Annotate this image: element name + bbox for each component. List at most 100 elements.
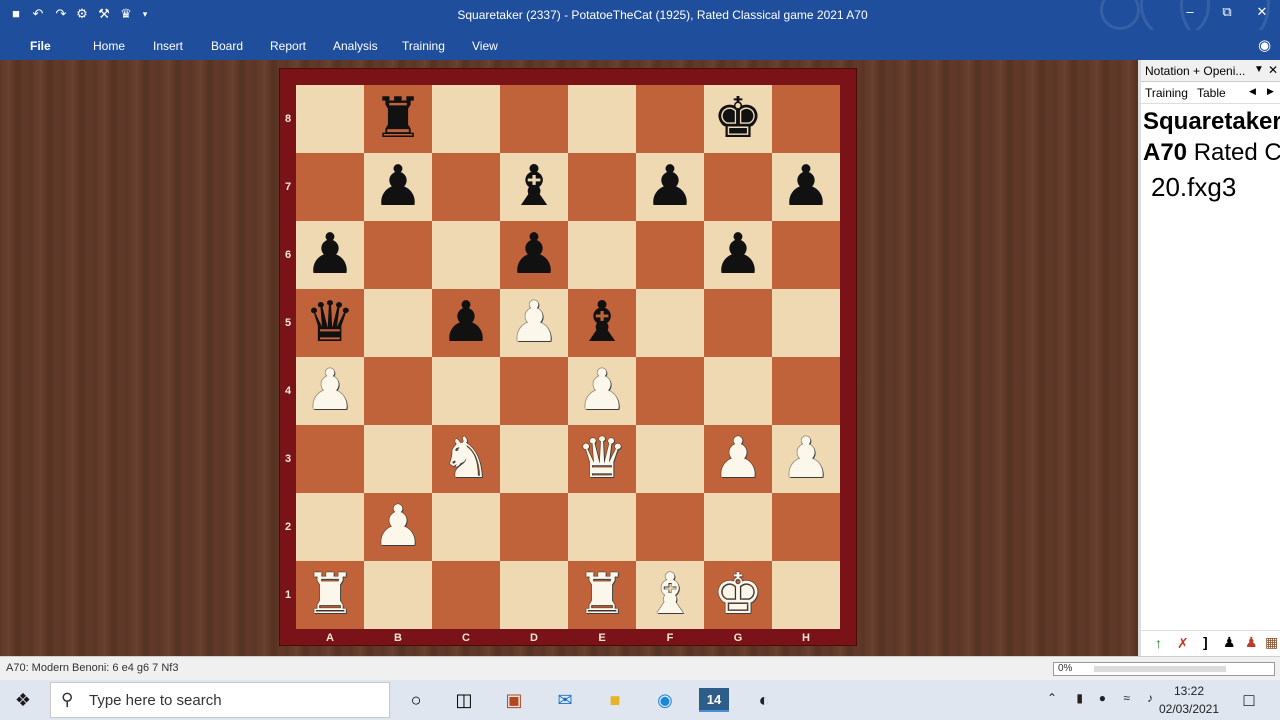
square-d8[interactable] xyxy=(500,85,568,153)
square-c8[interactable] xyxy=(432,85,500,153)
square-f5[interactable] xyxy=(636,289,704,357)
volume-icon[interactable]: ♪ xyxy=(1147,691,1153,705)
white-r-piece[interactable]: ♜ xyxy=(305,567,355,623)
square-a7[interactable] xyxy=(296,153,364,221)
square-f2[interactable] xyxy=(636,493,704,561)
black-q-piece[interactable]: ♛ xyxy=(305,295,355,351)
white-p-piece[interactable]: ♟ xyxy=(781,431,831,487)
white-k-piece[interactable]: ♚ xyxy=(713,567,763,623)
menu-view[interactable]: View xyxy=(472,39,498,53)
square-e7[interactable] xyxy=(568,153,636,221)
square-f6[interactable] xyxy=(636,221,704,289)
square-d7[interactable]: ♝ xyxy=(500,153,568,221)
square-a4[interactable]: ♟ xyxy=(296,357,364,425)
notifications-icon[interactable]: □ xyxy=(1234,688,1264,712)
windows-start-icon[interactable]: ❖ xyxy=(8,688,38,712)
white-r-piece[interactable]: ♜ xyxy=(577,567,627,623)
square-f3[interactable] xyxy=(636,425,704,493)
square-d1[interactable] xyxy=(500,561,568,629)
square-a2[interactable] xyxy=(296,493,364,561)
black-p-piece[interactable]: ♟ xyxy=(441,295,491,351)
square-c1[interactable] xyxy=(432,561,500,629)
square-b7[interactable]: ♟ xyxy=(364,153,432,221)
current-move[interactable]: 20.fxg3 xyxy=(1151,172,1236,203)
square-g7[interactable] xyxy=(704,153,772,221)
square-b4[interactable] xyxy=(364,357,432,425)
promote-variation-icon[interactable]: ↑ xyxy=(1155,635,1162,651)
square-c3[interactable]: ♞ xyxy=(432,425,500,493)
white-b-piece[interactable]: ♝ xyxy=(645,567,695,623)
restore-button[interactable]: ⧉ xyxy=(1212,4,1242,20)
file-explorer-icon[interactable]: ■ xyxy=(600,688,630,712)
square-h7[interactable]: ♟ xyxy=(772,153,840,221)
clock-time[interactable]: 13:22 xyxy=(1158,684,1220,698)
menu-home[interactable]: Home xyxy=(93,39,125,53)
square-g5[interactable] xyxy=(704,289,772,357)
battery-icon[interactable]: ▮ xyxy=(1076,691,1083,705)
delete-variation-icon[interactable]: ✗ xyxy=(1177,635,1189,652)
black-b-piece[interactable]: ♝ xyxy=(577,295,627,351)
square-e8[interactable] xyxy=(568,85,636,153)
square-c5[interactable]: ♟ xyxy=(432,289,500,357)
pane-close-icon[interactable]: ✕ xyxy=(1268,63,1278,77)
black-b-piece[interactable]: ♝ xyxy=(509,159,559,215)
square-c4[interactable] xyxy=(432,357,500,425)
square-d5[interactable]: ♟ xyxy=(500,289,568,357)
menu-report[interactable]: Report xyxy=(270,39,306,53)
square-d2[interactable] xyxy=(500,493,568,561)
square-b5[interactable] xyxy=(364,289,432,357)
store-icon[interactable]: ▣ xyxy=(499,688,529,712)
square-h2[interactable] xyxy=(772,493,840,561)
square-c2[interactable] xyxy=(432,493,500,561)
square-f1[interactable]: ♝ xyxy=(636,561,704,629)
black-p-piece[interactable]: ♟ xyxy=(509,227,559,283)
white-p-piece[interactable]: ♟ xyxy=(509,295,559,351)
tab-scroll-right-icon[interactable]: ▶ xyxy=(1267,86,1274,97)
square-e2[interactable] xyxy=(568,493,636,561)
square-d3[interactable] xyxy=(500,425,568,493)
square-e1[interactable]: ♜ xyxy=(568,561,636,629)
mail-icon[interactable]: ✉ xyxy=(550,688,580,712)
square-d6[interactable]: ♟ xyxy=(500,221,568,289)
menu-insert[interactable]: Insert xyxy=(153,39,183,53)
square-c7[interactable] xyxy=(432,153,500,221)
white-p-piece[interactable]: ♟ xyxy=(305,363,355,419)
close-button[interactable]: ✕ xyxy=(1247,4,1277,20)
square-g6[interactable]: ♟ xyxy=(704,221,772,289)
tab-table[interactable]: Table xyxy=(1197,86,1226,100)
black-p-piece[interactable]: ♟ xyxy=(373,159,423,215)
white-n-piece[interactable]: ♞ xyxy=(441,431,491,487)
square-g2[interactable] xyxy=(704,493,772,561)
square-h5[interactable] xyxy=(772,289,840,357)
square-e3[interactable]: ♛ xyxy=(568,425,636,493)
bracket-icon[interactable]: ] xyxy=(1203,634,1208,650)
account-icon[interactable]: ◉ xyxy=(1258,36,1271,54)
square-g8[interactable]: ♚ xyxy=(704,85,772,153)
square-h3[interactable]: ♟ xyxy=(772,425,840,493)
square-b8[interactable]: ♜ xyxy=(364,85,432,153)
black-k-piece[interactable]: ♚ xyxy=(713,91,763,147)
cortana-icon[interactable]: ○ xyxy=(401,688,431,712)
chess-board[interactable]: ♜ ♚ ♟ ♝ ♟ ♟ ♟ ♟ ♟ ♛ ♟ ♟ ♝ ♟ ♟ ♞ ♛ ♟ ♟ ♟ ♜ ♜ ♝ ♚ xyxy=(296,85,840,629)
square-a1[interactable]: ♜ xyxy=(296,561,364,629)
square-b2[interactable]: ♟ xyxy=(364,493,432,561)
board-icon[interactable]: ▦ xyxy=(1265,634,1278,651)
pane-dropdown-icon[interactable]: ▼ xyxy=(1254,64,1264,75)
white-p-piece[interactable]: ♟ xyxy=(577,363,627,419)
square-f4[interactable] xyxy=(636,357,704,425)
square-b6[interactable] xyxy=(364,221,432,289)
menu-board[interactable]: Board xyxy=(211,39,243,53)
square-h8[interactable] xyxy=(772,85,840,153)
tab-scroll-left-icon[interactable]: ◀ xyxy=(1249,86,1256,97)
white-q-piece[interactable]: ♛ xyxy=(577,431,627,487)
chessbase-app-icon[interactable]: 14 xyxy=(699,688,729,712)
menu-training[interactable]: Training xyxy=(402,39,445,53)
black-p-piece[interactable]: ♟ xyxy=(645,159,695,215)
obs-icon[interactable]: ◐ xyxy=(749,688,779,712)
square-b3[interactable] xyxy=(364,425,432,493)
square-g4[interactable] xyxy=(704,357,772,425)
edge-browser-icon[interactable]: ◉ xyxy=(650,688,680,712)
white-p-piece[interactable]: ♟ xyxy=(713,431,763,487)
square-b1[interactable] xyxy=(364,561,432,629)
white-p-piece[interactable]: ♟ xyxy=(373,499,423,555)
